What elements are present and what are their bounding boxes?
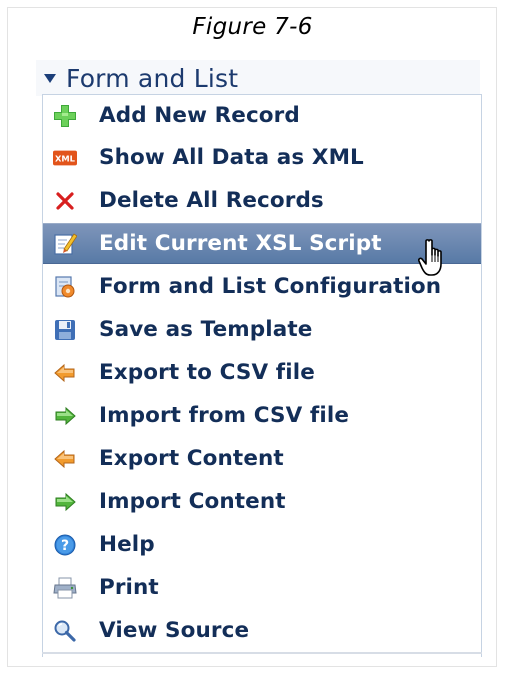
menu-item-import-content[interactable]: Import Content <box>43 481 481 522</box>
menu-item-save-as-template[interactable]: Save as Template <box>43 309 481 350</box>
menu-item-label: Form and List Configuration <box>99 274 442 299</box>
menu-item-export-csv[interactable]: Export to CSV file <box>43 352 481 393</box>
menu-item-view-source[interactable]: View Source <box>43 610 481 651</box>
print-icon <box>53 576 77 600</box>
import-arrow-icon <box>53 404 77 428</box>
menu-item-label: Save as Template <box>99 317 313 342</box>
hand-cursor-icon <box>418 239 442 276</box>
import-arrow-icon <box>53 490 77 514</box>
action-menu: Add New Record XML Show All Data as XML … <box>42 94 482 657</box>
delete-icon <box>53 189 77 213</box>
menu-item-edit-xsl-script[interactable]: Edit Current XSL Script <box>43 223 481 264</box>
menu-item-label: Export Content <box>99 446 284 471</box>
menu-item-label: Print <box>99 575 159 600</box>
edit-icon <box>53 232 77 256</box>
menu-item-print[interactable]: Print <box>43 567 481 608</box>
magnifier-icon <box>53 619 77 643</box>
svg-text:XML: XML <box>55 153 76 163</box>
xml-icon: XML <box>53 146 77 170</box>
menu-item-label: Add New Record <box>99 103 300 128</box>
export-arrow-icon <box>53 361 77 385</box>
svg-text:?: ? <box>61 538 69 554</box>
menu-item-label: Help <box>99 532 155 557</box>
menu-item-form-list-configuration[interactable]: Form and List Configuration <box>43 266 481 307</box>
save-icon <box>53 318 77 342</box>
menu-item-help[interactable]: ? Help <box>43 524 481 565</box>
menu-item-import-csv[interactable]: Import from CSV file <box>43 395 481 436</box>
menu-bottom-border <box>42 652 482 657</box>
configuration-icon <box>53 275 77 299</box>
menu-item-delete-all[interactable]: Delete All Records <box>43 180 481 221</box>
menu-item-add-new-record[interactable]: Add New Record <box>43 95 481 136</box>
collapse-triangle-icon[interactable] <box>44 74 56 83</box>
menu-title: Form and List <box>66 63 239 93</box>
menu-item-label: Import from CSV file <box>99 403 350 428</box>
add-icon <box>53 104 77 128</box>
help-icon: ? <box>53 533 77 557</box>
figure-caption: Figure 7-6 <box>192 14 313 40</box>
menu-item-label: Edit Current XSL Script <box>99 231 382 256</box>
menu-item-label: View Source <box>99 618 250 643</box>
menu-item-label: Export to CSV file <box>99 360 315 385</box>
menu-item-label: Delete All Records <box>99 188 324 213</box>
menu-header[interactable]: Form and List <box>36 60 480 96</box>
menu-item-show-xml[interactable]: XML Show All Data as XML <box>43 137 481 178</box>
export-arrow-icon <box>53 447 77 471</box>
menu-item-label: Import Content <box>99 489 286 514</box>
menu-item-export-content[interactable]: Export Content <box>43 438 481 479</box>
menu-item-label: Show All Data as XML <box>99 145 364 170</box>
